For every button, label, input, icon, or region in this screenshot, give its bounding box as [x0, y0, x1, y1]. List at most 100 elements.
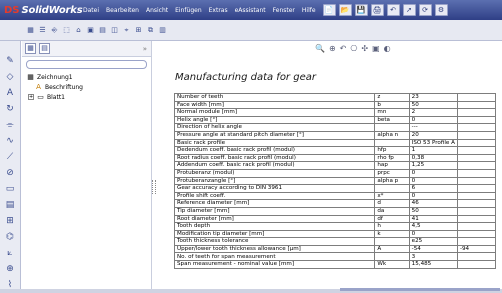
annotation-icon: A [36, 83, 41, 91]
expand-icon[interactable]: + [28, 94, 34, 100]
spline-icon[interactable]: ∿ [4, 135, 16, 147]
ds-logo-icon: DS [4, 4, 20, 16]
zoom-area-icon[interactable]: ⊕ [329, 44, 336, 53]
row-symbol [374, 138, 410, 148]
row-label: Upper/lower tooth thickness allowance [µ… [173, 244, 376, 254]
toolbar2-icon-10[interactable]: ⊞ [134, 26, 143, 35]
solidworks-logo[interactable]: DS SolidWorks [0, 4, 83, 16]
feature-manager-tree: ▦ ▤ » ▦ Zeichnung1 A Beschriftung + ▭ Bl… [22, 41, 152, 289]
row-symbol: hfp [374, 146, 410, 155]
toolbar2-icon-5[interactable]: ⌂ [74, 26, 83, 35]
section-view-icon[interactable]: ⎔ [350, 44, 357, 53]
block-icon[interactable]: ⊞ [4, 215, 16, 227]
open-icon[interactable]: 📂 [338, 4, 352, 16]
collapse-chevron-icon[interactable]: » [143, 45, 147, 53]
row-label: Protuberanz (modul) [173, 168, 376, 178]
row-symbol [374, 184, 410, 193]
menu-datei[interactable]: Datei [82, 7, 100, 14]
table-icon[interactable]: ▤ [4, 199, 16, 211]
row-label: Helix angle [°] [173, 115, 376, 125]
gear-data-table: Number of teeth z 23 Face width [mm] b 50 Norm… [173, 93, 497, 269]
hatch-icon[interactable]: ⌬ [4, 231, 16, 243]
annotation-text-icon[interactable]: A [4, 87, 16, 99]
select-icon[interactable]: ➚ [402, 4, 416, 16]
row-value: 0 [408, 176, 458, 186]
toolbar2-icon-2[interactable]: ☰ [38, 26, 47, 35]
previous-view-icon[interactable]: ↶ [340, 44, 347, 53]
zoom-to-fit-icon[interactable]: 🔍 [315, 44, 325, 53]
feature-tree-tab-icon[interactable]: ▦ [25, 43, 36, 54]
row-label: Basic rack profile [173, 138, 376, 148]
row-value: -54 [408, 244, 458, 254]
row-extra [456, 237, 497, 246]
save-icon[interactable]: 💾 [354, 4, 368, 16]
display-style-icon[interactable]: ▣ [372, 44, 380, 53]
table-row: Helix angle [°] beta 0 [173, 115, 497, 125]
toolbar2-icon-3[interactable]: ⎆ [50, 26, 59, 35]
toolbar2-icon-1[interactable]: ▦ [26, 26, 35, 35]
toolbar2-icon-7[interactable]: ▤ [98, 26, 107, 35]
print-icon[interactable]: 🖨 [370, 4, 384, 16]
rebuild-icon[interactable]: ⟳ [418, 4, 432, 16]
options-icon[interactable]: ⚙ [434, 4, 448, 16]
new-document-icon[interactable]: 📄 [322, 4, 336, 16]
row-symbol [374, 123, 410, 132]
menu-ansicht[interactable]: Ansicht [145, 7, 169, 14]
menu-bearbeiten[interactable]: Bearbeiten [105, 7, 140, 14]
row-symbol: k [374, 229, 410, 239]
menu-fenster[interactable]: Fenster [272, 7, 296, 14]
menu-eassistant[interactable]: eAssistant [234, 7, 267, 14]
row-symbol: df [374, 214, 410, 224]
row-symbol: A [374, 244, 410, 254]
appearance-icon[interactable]: ◐ [384, 44, 391, 53]
row-label: No. of teeth for span measurement [173, 252, 376, 262]
horizontal-scrollbar[interactable] [340, 288, 500, 291]
table-row: Root radius coeff. basic rack profil (mo… [173, 153, 497, 163]
tree-item-annotations[interactable]: A Beschriftung [22, 82, 151, 92]
surface-finish-icon[interactable]: ⊘ [4, 167, 16, 179]
table-row: Tip diameter [mm] da 50 [173, 206, 497, 216]
line-icon[interactable]: ⟋ [4, 151, 16, 163]
row-value: 50 [408, 206, 458, 216]
tree-header: ▦ ▤ » [22, 41, 151, 57]
sketch-icon[interactable]: ✎ [4, 55, 16, 67]
tree-filter-input[interactable] [26, 60, 147, 69]
diamond-icon[interactable]: ◇ [4, 71, 16, 83]
drawing-toolbar: ▦ ☰ ⎆ ⬚ ⌂ ▣ ▤ ◫ ⌖ ⊞ ⧉ ▥ [0, 20, 502, 41]
table-row: Modification tip diameter [mm] k 0 [173, 229, 497, 239]
table-row: Tooth depth h 4,5 [173, 222, 497, 231]
datum-icon[interactable]: ⟀ [4, 247, 16, 259]
toolbar2-icon-12[interactable]: ▥ [158, 26, 167, 35]
panel-splitter[interactable] [152, 180, 156, 194]
row-value: 41 [408, 214, 458, 224]
drawing-icon: ▦ [27, 73, 34, 81]
toolbar2-icon-9[interactable]: ⌖ [122, 26, 131, 35]
row-extra [456, 115, 497, 125]
tree-item-label: Zeichnung1 [37, 73, 73, 81]
menu-hilfe[interactable]: Hilfe [301, 7, 317, 14]
tree-item-label: Beschriftung [45, 83, 83, 91]
view-orientation-icon[interactable]: ✣ [361, 44, 368, 53]
toolbar2-icon-11[interactable]: ⧉ [146, 26, 155, 35]
undo-icon[interactable]: ↶ [386, 4, 400, 16]
tree-item-sheet[interactable]: + ▭ Blatt1 [22, 92, 151, 102]
row-extra [456, 260, 497, 269]
toolbar2-icon-6[interactable]: ▣ [86, 26, 95, 35]
tree-item-drawing[interactable]: ▦ Zeichnung1 [22, 72, 151, 82]
balloon-icon[interactable]: ⌯ [4, 119, 16, 131]
row-extra [456, 229, 497, 239]
table-row: Direction of helix angle --- [173, 123, 497, 132]
property-manager-tab-icon[interactable]: ▤ [39, 43, 50, 54]
menu-extras[interactable]: Extras [208, 7, 229, 14]
rectangle-icon[interactable]: ▭ [4, 183, 16, 195]
row-symbol: b [374, 100, 410, 110]
toolbar2-icon-4[interactable]: ⬚ [62, 26, 71, 35]
tree-item-label: Blatt1 [47, 93, 65, 101]
rotate-icon[interactable]: ↻ [4, 103, 16, 115]
row-value: e25 [408, 237, 458, 246]
menu-einfuegen[interactable]: Einfügen [174, 7, 202, 14]
row-value: ISO 53 Profile A [408, 138, 458, 148]
center-mark-icon[interactable]: ⊕ [4, 263, 16, 275]
row-label: Gear accuracy according to DIN 3961 [173, 184, 376, 193]
toolbar2-icon-8[interactable]: ◫ [110, 26, 119, 35]
